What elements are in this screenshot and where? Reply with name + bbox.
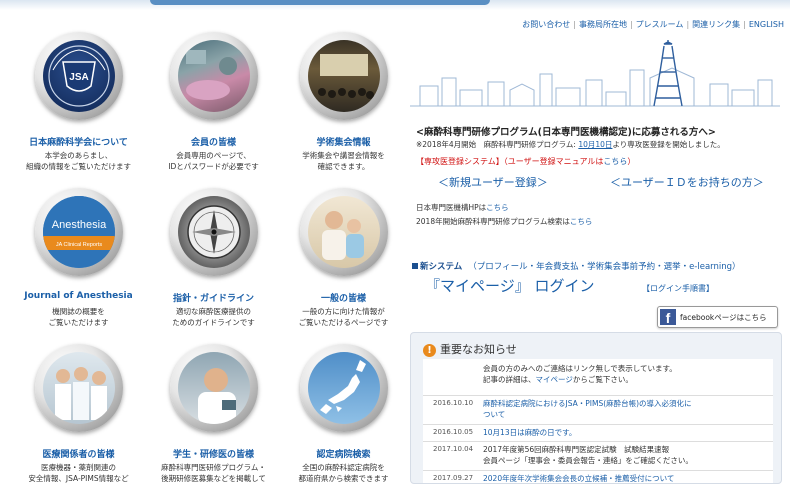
- notices-heading: ! 重要なお知らせ: [423, 341, 517, 357]
- medical-staff-photo-icon: [55, 367, 107, 420]
- tile-about-society[interactable]: JSA 日本麻酔科学会について 本学会のあらまし、 組織の情報をご覧いただけます: [11, 32, 146, 182]
- related-links-link[interactable]: 関連リンク集: [692, 20, 740, 29]
- user-manual-link[interactable]: こちら: [603, 157, 627, 166]
- japan-map-disc[interactable]: [300, 344, 388, 432]
- notice-title[interactable]: 10月13日は麻酔の日です。: [483, 427, 576, 438]
- alert-icon: !: [423, 343, 436, 357]
- notice-item[interactable]: 2016.10.10 麻酔科認定病院におけるJSA・PIMS(麻酔台帳)の導入必…: [423, 395, 773, 424]
- registration-system-line: 【専攻医登録システム】（ユーザー登録マニュアルはこちら）: [416, 157, 636, 166]
- tile-title[interactable]: 医療関係者の皆様: [11, 447, 146, 460]
- svg-text:Anesthesia: Anesthesia: [52, 219, 107, 231]
- tile-desc: 適切な麻酔医療提供の ためのガイドラインです: [172, 307, 255, 327]
- tile-title[interactable]: 一般の皆様: [276, 291, 411, 304]
- mypage-link[interactable]: マイページ: [536, 375, 573, 384]
- program-search-link[interactable]: こちら: [570, 217, 593, 226]
- notice-date: 2016.10.10: [433, 399, 474, 407]
- surgery-photo-icon: [186, 50, 237, 100]
- staff-photo-disc[interactable]: [35, 344, 123, 432]
- office-location-link[interactable]: 事務局所在地: [579, 20, 627, 29]
- contact-link[interactable]: お問い合わせ: [522, 20, 570, 29]
- svg-text:JA Clinical Reports: JA Clinical Reports: [56, 242, 102, 248]
- meeting-photo-disc[interactable]: [300, 32, 388, 120]
- tile-academic-meeting[interactable]: 学術集会情報 学術集会や講習会情報を 確認できます。: [276, 32, 411, 182]
- important-notices-panel: ! 重要なお知らせ 会員の方のみへのご連絡はリンク無しで表示しています。 記事の詳…: [410, 332, 782, 484]
- new-user-registration-link[interactable]: ＜新規ユーザー登録＞: [438, 174, 548, 190]
- compass-icon: [187, 205, 241, 259]
- notices-list: 会員の方のみへのご連絡はリンク無しで表示しています。 記事の詳細は、マイページか…: [423, 359, 773, 483]
- port-tower-icon: [653, 40, 683, 107]
- notices-intro: 会員の方のみへのご連絡はリンク無しで表示しています。 記事の詳細は、マイページか…: [483, 364, 677, 384]
- facebook-icon: f: [660, 309, 676, 326]
- tile-hospital-search[interactable]: 認定病院検索 全国の麻酔科認定病院を 都道府県から検索できます: [276, 344, 411, 484]
- notice-item[interactable]: 2017.09.27 2020年度年次学術集会会長の立候補・推薦受付について: [423, 470, 773, 487]
- top-links: お問い合わせ | 事務局所在地 | プレスルーム | 関連リンク集 | ENGLISH: [522, 20, 784, 29]
- login-manual-link[interactable]: 【ログイン手順書】: [642, 283, 714, 294]
- facebook-label: facebookページはこちら: [680, 313, 767, 322]
- tile-desc: 全国の麻酔科認定病院を 都道府県から検索できます: [298, 463, 389, 483]
- notice-item: 2017.10.04 2017年度第56回麻酔科専門医認定試験 試験結果速報 会員…: [423, 441, 773, 470]
- press-room-link[interactable]: プレスルーム: [636, 20, 684, 29]
- journal-cover-icon: Anesthesia JA Clinical Reports: [43, 196, 115, 268]
- jmsb-hp-line: 日本専門医機構HPはこちら: [416, 203, 509, 212]
- tile-desc: 医療機器・薬剤関連の 安全情報、JSA-PIMS情報など: [28, 463, 129, 483]
- tile-guidelines[interactable]: 指針・ガイドライン 適切な麻酔医療提供の ためのガイドラインです: [146, 188, 281, 338]
- tile-desc: 会員専用のページで、 IDとパスワードが必要です: [168, 151, 259, 171]
- family-photo-icon: [322, 211, 364, 260]
- tile-members[interactable]: 会員の皆様 会員専用のページで、 IDとパスワードが必要です: [146, 32, 281, 182]
- members-photo-disc[interactable]: [170, 32, 258, 120]
- top-band: [0, 0, 790, 10]
- tile-desc: 本学会のあらまし、 組織の情報をご覧いただけます: [26, 151, 131, 171]
- tile-title[interactable]: 学生・研修医の皆様: [146, 447, 281, 460]
- jsa-logo-disc[interactable]: JSA: [35, 32, 123, 120]
- notice-item[interactable]: 2016.10.05 10月13日は麻酔の日です。: [423, 424, 773, 441]
- recruit-note: ※2018年4月開始 麻酔科専門研修プログラム: 10月10日より専攻医登録を開…: [416, 140, 725, 149]
- jsa-logo-icon: JSA: [48, 45, 110, 107]
- tile-title[interactable]: 指針・ガイドライン: [146, 291, 281, 304]
- existing-user-id-link[interactable]: ＜ユーザーＩＤをお持ちの方＞: [610, 174, 764, 190]
- facebook-button[interactable]: f facebookページはこちら: [657, 306, 778, 328]
- tile-title[interactable]: Journal of Anesthesia: [11, 291, 146, 301]
- notice-date: 2017.09.27: [433, 474, 474, 482]
- tile-desc: 麻酔科専門医研修プログラム・ 後期研修医募集などを掲載して: [161, 463, 266, 483]
- compass-photo-disc[interactable]: [170, 188, 258, 276]
- tile-desc: 学術集会や講習会情報を 確認できます。: [302, 151, 385, 171]
- residency-recruit-panel: <麻酔科専門研修プログラム(日本専門医機構認定)に応募される方へ> ※2018年…: [410, 118, 780, 228]
- tile-title[interactable]: 日本麻酔科学会について: [11, 135, 146, 148]
- tile-desc: 機関誌の概要を ご覧いただけます: [48, 307, 109, 327]
- notice-date: 2017.10.04: [433, 445, 474, 453]
- notice-title[interactable]: 2020年度年次学術集会会長の立候補・推薦受付について: [483, 473, 674, 484]
- student-photo-icon: [198, 368, 236, 424]
- student-photo-disc[interactable]: [170, 344, 258, 432]
- registration-system-label: 【専攻医登録システム】: [416, 157, 504, 166]
- tile-medical-staff[interactable]: 医療関係者の皆様 医療機器・薬剤関連の 安全情報、JSA-PIMS情報など: [11, 344, 146, 484]
- mypage-login-link[interactable]: 『マイページ』 ログイン: [425, 275, 594, 296]
- kobe-skyline-illustration: [410, 40, 780, 107]
- tile-title[interactable]: 会員の皆様: [146, 135, 281, 148]
- lecture-hall-photo-icon: [318, 54, 374, 99]
- new-system-heading: 新システム （プロフィール・年会費支払・学術集会事前予約・選挙・e-learnin…: [412, 260, 741, 272]
- notice-title[interactable]: 麻酔科認定病院におけるJSA・PIMS(麻酔台帳)の導入必須化に ついて: [483, 398, 692, 420]
- tile-general-public[interactable]: 一般の皆様 一般の方に向けた情報が ご覧いただけるページです: [276, 188, 411, 338]
- notice-title: 2017年度第56回麻酔科専門医認定試験 試験結果速報 会員ページ「理事会・委員会…: [483, 445, 693, 465]
- japan-map-icon: [320, 360, 366, 414]
- tile-students-residents[interactable]: 学生・研修医の皆様 麻酔科専門医研修プログラム・ 後期研修医募集などを掲載して: [146, 344, 281, 484]
- tile-journal[interactable]: Anesthesia JA Clinical Reports Journal o…: [11, 188, 146, 338]
- svg-text:JSA: JSA: [69, 72, 88, 83]
- journal-cover-disc[interactable]: Anesthesia JA Clinical Reports: [35, 188, 123, 276]
- tile-desc: 一般の方に向けた情報が ご覧いただけるページです: [298, 307, 389, 327]
- program-search-line: 2018年開始麻酔科専門研修プログラム検索はこちら: [416, 217, 593, 226]
- notice-date: 2016.10.05: [433, 428, 474, 436]
- tile-title[interactable]: 認定病院検索: [276, 447, 411, 460]
- recruit-title: <麻酔科専門研修プログラム(日本専門医機構認定)に応募される方へ>: [416, 127, 716, 138]
- tile-title[interactable]: 学術集会情報: [276, 135, 411, 148]
- family-photo-disc[interactable]: [300, 188, 388, 276]
- english-link[interactable]: ENGLISH: [749, 20, 784, 29]
- jmsb-hp-link[interactable]: こちら: [486, 203, 509, 212]
